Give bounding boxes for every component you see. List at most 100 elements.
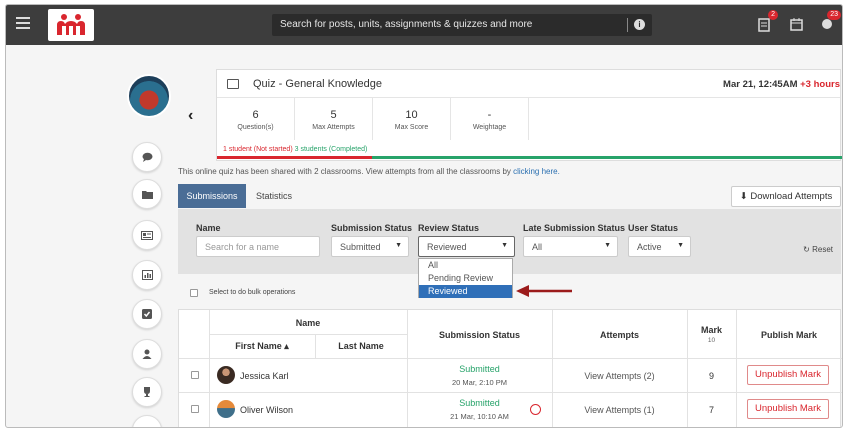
notifications-button[interactable]: 2 [758,10,778,32]
option-pending-review[interactable]: Pending Review [419,272,512,285]
sidebar-members[interactable] [132,339,162,369]
calendar-button[interactable] [790,18,804,32]
late-submission-select[interactable]: All ▼ [523,236,618,257]
divider [209,334,407,335]
name-placeholder: Search for a name [205,242,280,252]
quiz-date-offset: +3 hours [800,79,840,90]
folder-icon [141,190,153,199]
submission-status-select[interactable]: Submitted ▼ [331,236,409,257]
search-divider [627,18,628,32]
stat-value: 5 [330,109,337,121]
publish-mark-header: Publish Mark [760,330,817,340]
chat-icon [142,152,152,162]
unpublish-mark-button[interactable]: Unpublish Mark [747,365,829,385]
chevron-down-icon: ▼ [677,242,684,249]
chevron-down-icon: ▼ [395,242,402,249]
unpublish-mark-button[interactable]: Unpublish Mark [747,399,829,419]
submission-status-cell: Submitted 20 Mar, 2:10 PM [407,364,552,387]
sidebar-news[interactable] [132,220,162,250]
alerts-badge: 23 [827,10,841,20]
shared-classrooms-note: This online quiz has been shared with 2 … [178,167,560,176]
top-bar: Search for posts, units, assignments & q… [6,5,842,45]
tab-submissions[interactable]: Submissions [178,184,246,208]
row-checkbox[interactable] [191,371,199,379]
sidebar-folder[interactable] [132,179,162,209]
option-reviewed[interactable]: Reviewed [419,285,512,298]
stat-label: Weightage [472,124,507,131]
back-chevron-icon[interactable]: ‹ [188,107,193,125]
status-text: Submitted [459,364,500,374]
last-name-header[interactable]: Last Name [315,341,407,351]
late-submission-label: Late Submission Status [523,223,626,233]
avatar [217,366,235,384]
submission-status-label: Submission Status [331,223,413,233]
review-status-select[interactable]: Reviewed ▼ [418,236,515,257]
progress-bar-completed [372,156,842,159]
completed-count[interactable]: 3 students (Completed) [295,146,368,153]
stat-questions: 6 Question(s) [217,98,295,140]
sidebar-assignments[interactable] [132,299,162,329]
quiz-summary-card: Quiz - General Knowledge Mar 21, 12:45AM… [216,69,842,161]
progress-bar-not-started [217,156,372,159]
shared-text: This online quiz has been shared with 2 … [178,167,511,176]
stat-label: Question(s) [237,124,274,131]
not-started-count[interactable]: 1 student (Not started) [223,146,293,153]
download-attempts-button[interactable]: ⬇ Download Attempts [731,186,841,207]
sidebar-discussion[interactable] [132,142,162,172]
sidebar-achievements[interactable] [132,377,162,407]
view-attempts-link[interactable]: View Attempts (1) [552,405,687,415]
mark-max: 10 [707,337,716,344]
name-search-input[interactable]: Search for a name [196,236,320,257]
student-name[interactable]: Oliver Wilson [240,405,293,415]
download-icon: ⬇ [739,191,748,202]
bar-chart-icon [141,270,153,280]
option-all[interactable]: All [419,259,512,272]
user-status-select[interactable]: Active ▼ [628,236,691,257]
review-status-value: Reviewed [427,242,467,252]
attempts-header: Attempts [599,330,639,340]
quiz-header: Quiz - General Knowledge Mar 21, 12:45AM… [217,70,840,98]
sidebar-reports[interactable] [132,260,162,290]
review-status-label: Review Status [418,223,480,233]
row-checkbox[interactable] [191,405,199,413]
trophy-icon [144,387,150,397]
reset-button[interactable]: ↻ Reset [803,245,833,254]
app-logo[interactable] [48,9,94,41]
reset-icon: ↻ [803,245,810,254]
app-window: Search for posts, units, assignments & q… [5,4,843,428]
alerts-button[interactable]: 23 [821,10,841,32]
tab-statistics[interactable]: Statistics [256,191,292,201]
classroom-avatar[interactable] [127,74,171,118]
stat-value: 10 [405,109,418,121]
name-filter-label: Name [196,223,221,233]
stat-weightage: - Weightage [451,98,529,140]
sidebar-more[interactable] [132,415,162,427]
checkbox-icon [142,309,152,319]
stat-label: Max Score [394,124,429,131]
user-status-value: Active [637,242,662,252]
clicking-here-link[interactable]: clicking here. [513,167,560,176]
student-name[interactable]: Jessica Karl [240,371,289,381]
menu-icon[interactable] [16,17,30,31]
view-attempts-link[interactable]: View Attempts (2) [552,371,687,381]
status-date: 21 Mar, 10:10 AM [450,412,509,421]
review-status-dropdown: All Pending Review Reviewed [418,258,513,298]
avatar [217,400,235,418]
mark-header: Mark 10 [687,325,736,344]
reset-label: Reset [812,245,833,254]
stat-value: 6 [252,109,259,121]
bulk-select-checkbox[interactable] [190,289,198,297]
global-search-input[interactable]: Search for posts, units, assignments & q… [272,14,652,36]
submission-status-value: Submitted [340,242,381,252]
divider [179,358,842,359]
user-icon [142,349,152,359]
stat-label: Max Attempts [312,124,355,131]
divider [736,310,737,427]
newspaper-icon [141,230,153,240]
info-icon[interactable]: i [634,19,645,30]
late-clock-icon [530,404,541,415]
quiz-title: Quiz - General Knowledge [253,78,383,90]
first-name-header[interactable]: First Name ▴ [209,341,315,352]
quiz-date-text: Mar 21, 12:45AM [723,79,798,90]
divider [179,392,842,393]
